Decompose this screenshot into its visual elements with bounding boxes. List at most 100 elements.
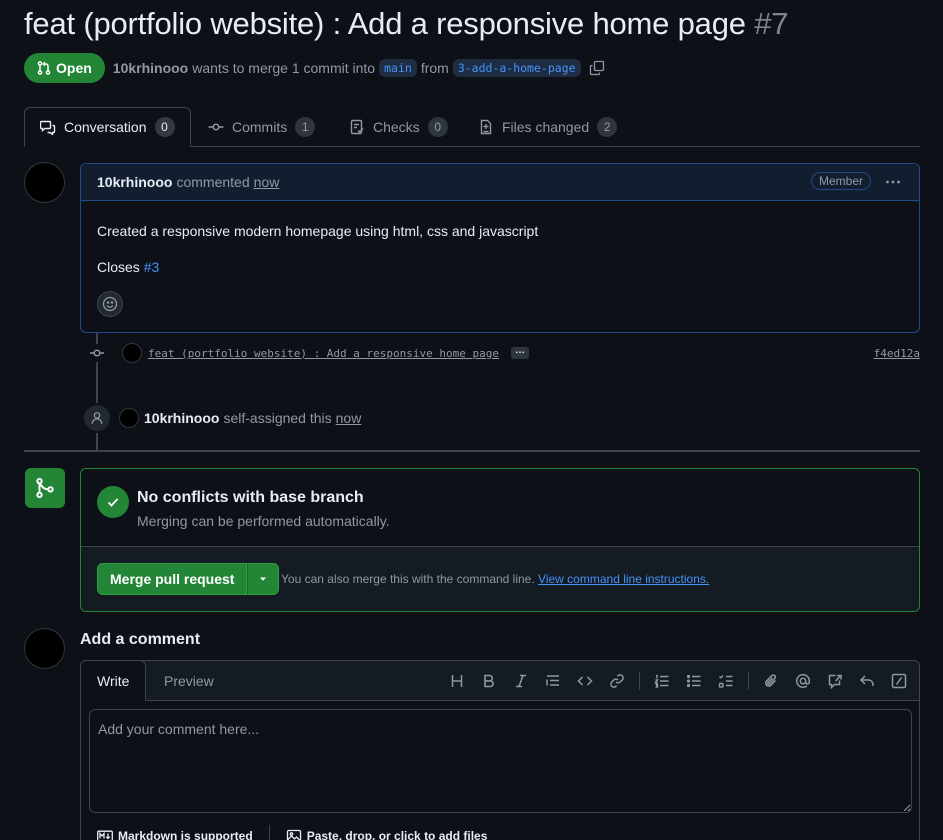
pr-author-link[interactable]: 10krhinooo	[113, 60, 188, 76]
task-list-icon[interactable]	[710, 669, 742, 693]
avatar[interactable]	[119, 408, 139, 428]
assign-time[interactable]: now	[336, 410, 362, 426]
pr-state-badge: Open	[24, 53, 105, 83]
image-icon	[286, 829, 301, 840]
cross-reference-icon[interactable]	[819, 669, 851, 693]
check-icon	[97, 486, 129, 518]
tab-conversation-count: 0	[154, 117, 175, 137]
link-icon[interactable]	[601, 669, 633, 693]
person-icon	[82, 403, 112, 433]
pr-title-text: feat (portfolio website) : Add a respons…	[24, 6, 746, 41]
copy-icon[interactable]	[589, 60, 605, 76]
markdown-note: Markdown is supported	[118, 829, 253, 840]
heading-icon[interactable]	[441, 669, 473, 693]
tab-files-changed[interactable]: Files changed 2	[463, 107, 632, 147]
tab-checks-label: Checks	[373, 119, 420, 135]
comment-header: 10krhinooo commented now Member	[81, 164, 919, 201]
merge-command-line-note: You can also merge this with the command…	[281, 572, 709, 586]
commit-event: feat (portfolio website) : Add a respons…	[88, 341, 920, 365]
merge-button-group: Merge pull request	[97, 563, 280, 595]
pr-from-text: from	[420, 60, 449, 76]
pr-merge-text: wants to merge 1 commit into	[192, 60, 376, 76]
expand-commit-button[interactable]: …	[511, 346, 529, 359]
code-icon[interactable]	[569, 669, 601, 693]
markdown-help-link[interactable]: Markdown is supported	[97, 828, 253, 840]
footer-divider	[268, 825, 270, 840]
triangle-down-icon	[260, 577, 267, 581]
tab-commits-count: 1	[295, 117, 316, 137]
git-commit-icon	[208, 123, 224, 131]
assign-text: 10krhinooo self-assigned this now	[144, 410, 361, 426]
git-merge-icon	[25, 468, 65, 508]
closes-text: Closes	[97, 259, 140, 276]
pr-title: feat (portfolio website) : Add a respons…	[24, 6, 788, 42]
pr-merge-description: 10krhinooo wants to merge 1 commit into …	[113, 59, 605, 77]
add-reaction-button[interactable]	[97, 291, 123, 317]
timeline-separator	[24, 450, 920, 452]
tab-conversation[interactable]: Conversation 0	[24, 107, 191, 147]
markdown-icon	[97, 830, 113, 840]
merge-options-button[interactable]	[247, 563, 280, 595]
attach-files-button[interactable]: Paste, drop, or click to add files	[286, 828, 488, 840]
slash-command-icon[interactable]	[883, 669, 915, 693]
ordered-list-icon[interactable]	[646, 669, 678, 693]
comment-textarea[interactable]	[89, 709, 912, 813]
bold-icon[interactable]	[473, 669, 505, 693]
editor-footer: Markdown is supported Paste, drop, or cl…	[97, 825, 487, 840]
file-diff-icon	[480, 119, 492, 135]
merge-note-text: You can also merge this with the command…	[281, 572, 535, 586]
commit-sha-link[interactable]: f4ed12a	[874, 347, 920, 360]
toolbar-divider	[748, 672, 749, 690]
tab-checks[interactable]: Checks 0	[334, 107, 463, 147]
pr-state-label: Open	[56, 60, 92, 76]
paperclip-icon[interactable]	[755, 669, 787, 693]
head-branch[interactable]: 3-add-a-home-page	[452, 59, 581, 77]
mention-icon[interactable]	[787, 669, 819, 693]
reply-icon[interactable]	[851, 669, 883, 693]
comment-author[interactable]: 10krhinooo	[97, 174, 172, 190]
kebab-menu-icon[interactable]	[885, 174, 901, 190]
merge-pull-request-button[interactable]: Merge pull request	[97, 563, 248, 595]
command-line-instructions-link[interactable]: View command line instructions.	[538, 572, 709, 586]
git-pull-request-icon	[37, 61, 51, 75]
assign-action: self-assigned this	[223, 410, 332, 426]
tab-write[interactable]: Write	[80, 660, 147, 701]
commit-message-link[interactable]: feat (portfolio website) : Add a respons…	[148, 347, 499, 360]
tab-files-changed-count: 2	[597, 117, 618, 137]
files-note: Paste, drop, or click to add files	[306, 829, 488, 840]
avatar[interactable]	[24, 162, 65, 203]
smiley-icon	[102, 296, 118, 312]
avatar[interactable]	[122, 343, 142, 363]
tab-preview[interactable]: Preview	[148, 661, 230, 701]
merge-box: No conflicts with base branch Merging ca…	[80, 468, 920, 612]
tab-commits[interactable]: Commits 1	[193, 107, 330, 147]
tab-checks-count: 0	[427, 117, 448, 137]
comment-action: commented	[176, 174, 250, 190]
comment-discussion-icon	[40, 120, 56, 135]
member-badge: Member	[810, 172, 871, 190]
git-commit-icon	[88, 344, 106, 362]
pr-meta: Open 10krhinooo wants to merge 1 commit …	[24, 53, 605, 83]
tab-files-changed-label: Files changed	[502, 119, 590, 135]
quote-icon[interactable]	[537, 669, 569, 693]
avatar[interactable]	[24, 628, 65, 669]
merge-actions: Merge pull request You can also merge th…	[81, 547, 919, 611]
base-branch[interactable]: main	[379, 59, 417, 77]
unordered-list-icon[interactable]	[678, 669, 710, 693]
editor-header: Write Preview	[80, 660, 919, 701]
tab-conversation-label: Conversation	[64, 119, 147, 135]
merge-status: No conflicts with base branch Merging ca…	[81, 469, 919, 547]
merge-status-subtitle: Merging can be performed automatically.	[137, 513, 390, 529]
comment-editor: Write Preview Markdown is supported	[80, 660, 920, 840]
toolbar-divider	[639, 672, 640, 690]
tab-commits-label: Commits	[232, 119, 288, 135]
assign-event: 10krhinooo self-assigned this now	[82, 403, 361, 433]
add-comment-title: Add a comment	[80, 631, 201, 648]
comment-body: Created a responsive modern homepage usi…	[81, 201, 919, 279]
assign-user[interactable]: 10krhinooo	[144, 410, 219, 426]
italic-icon[interactable]	[505, 669, 537, 693]
issue-link[interactable]: #3	[144, 259, 160, 275]
comment-time[interactable]: now	[254, 174, 280, 190]
checklist-icon	[350, 119, 364, 135]
markdown-toolbar	[441, 669, 915, 693]
